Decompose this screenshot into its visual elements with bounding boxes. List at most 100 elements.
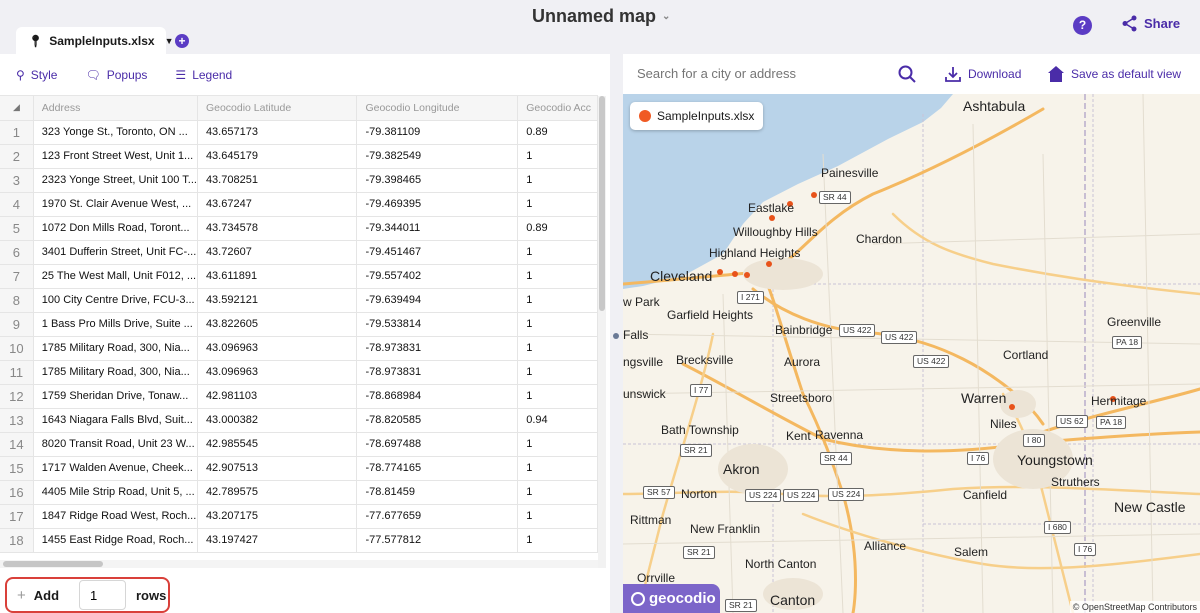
row-number[interactable]: 6 — [0, 240, 34, 265]
table-row[interactable]: 18 1455 East Ridge Road, Roch... 43.197427… — [0, 528, 598, 553]
latitude-cell[interactable]: 43.645179 — [197, 144, 358, 169]
longitude-cell[interactable]: -79.398465 — [356, 168, 519, 193]
table-row[interactable]: 6 3401 Dufferin Street, Unit FC-... 43.726… — [0, 240, 598, 265]
latitude-cell[interactable]: 43.207175 — [197, 504, 358, 529]
row-number[interactable]: 16 — [0, 480, 34, 505]
longitude-cell[interactable]: -78.973831 — [356, 336, 519, 361]
vertical-scrollbar[interactable] — [598, 96, 606, 568]
longitude-cell[interactable]: -79.344011 — [356, 216, 519, 241]
longitude-cell[interactable]: -78.868984 — [356, 384, 519, 409]
latitude-cell[interactable]: 43.67247 — [197, 192, 358, 217]
latitude-cell[interactable]: 42.985545 — [197, 432, 358, 457]
accuracy-cell[interactable]: 0.89 — [517, 216, 598, 241]
accuracy-cell[interactable]: 1 — [517, 168, 598, 193]
latitude-cell[interactable]: 43.197427 — [197, 528, 358, 553]
accuracy-cell[interactable]: 1 — [517, 288, 598, 313]
longitude-cell[interactable]: -79.557402 — [356, 264, 519, 289]
row-number[interactable]: 2 — [0, 144, 34, 169]
address-cell[interactable]: 1785 Military Road, 300, Nia... — [33, 336, 198, 361]
latitude-cell[interactable]: 43.096963 — [197, 336, 358, 361]
table-row[interactable]: 12 1759 Sheridan Drive, Tonaw... 42.981103… — [0, 384, 598, 409]
map-title-text[interactable]: Unnamed map — [532, 6, 656, 27]
accuracy-cell[interactable]: 0.89 — [517, 120, 598, 145]
table-row[interactable]: 16 4405 Mile Strip Road, Unit 5, ... 42.78… — [0, 480, 598, 505]
longitude-cell[interactable]: -79.533814 — [356, 312, 519, 337]
scroll-thumb[interactable] — [599, 96, 605, 311]
share-button[interactable]: Share — [1121, 15, 1180, 32]
scroll-thumb[interactable] — [3, 561, 103, 567]
address-cell[interactable]: 1643 Niagara Falls Blvd, Suit... — [33, 408, 198, 433]
accuracy-cell[interactable]: 1 — [517, 336, 598, 361]
longitude-cell[interactable]: -78.973831 — [356, 360, 519, 385]
latitude-cell[interactable]: 43.000382 — [197, 408, 358, 433]
row-number[interactable]: 8 — [0, 288, 34, 313]
row-number[interactable]: 12 — [0, 384, 34, 409]
latitude-cell[interactable]: 43.734578 — [197, 216, 358, 241]
chevron-down-icon[interactable]: ⌄ — [662, 11, 670, 22]
latitude-cell[interactable]: 42.981103 — [197, 384, 358, 409]
latitude-cell[interactable]: 42.789575 — [197, 480, 358, 505]
column-header[interactable]: Geocodio Acc — [517, 96, 598, 121]
address-cell[interactable]: 8020 Transit Road, Unit 23 W... — [33, 432, 198, 457]
column-header[interactable]: Geocodio Latitude — [197, 96, 358, 121]
row-number[interactable]: 1 — [0, 120, 34, 145]
row-number[interactable]: 9 — [0, 312, 34, 337]
longitude-cell[interactable]: -78.697488 — [356, 432, 519, 457]
address-cell[interactable]: 1847 Ridge Road West, Roch... — [33, 504, 198, 529]
column-header[interactable]: Geocodio Longitude — [356, 96, 519, 121]
save-default-view-button[interactable]: Save as default view — [1047, 65, 1181, 83]
accuracy-cell[interactable]: 1 — [517, 144, 598, 169]
accuracy-cell[interactable]: 1 — [517, 528, 598, 553]
add-file-icon[interactable]: + — [175, 34, 189, 48]
address-cell[interactable]: 123 Front Street West, Unit 1... — [33, 144, 198, 169]
panel-resize-handle[interactable] — [613, 333, 619, 339]
table-row[interactable]: 13 1643 Niagara Falls Blvd, Suit... 43.000… — [0, 408, 598, 433]
column-header[interactable]: Address — [33, 96, 198, 121]
address-cell[interactable]: 25 The West Mall, Unit F012, ... — [33, 264, 198, 289]
accuracy-cell[interactable]: 1 — [517, 384, 598, 409]
latitude-cell[interactable]: 43.592121 — [197, 288, 358, 313]
table-row[interactable]: 91 Bass Pro Mills Drive, Suite ... 43.822… — [0, 312, 598, 337]
help-icon[interactable]: ? — [1073, 16, 1092, 35]
map-attribution[interactable]: © OpenStreetMap Contributors — [1069, 601, 1200, 613]
accuracy-cell[interactable]: 1 — [517, 312, 598, 337]
table-row[interactable]: 17 1847 Ridge Road West, Roch... 43.207175… — [0, 504, 598, 529]
address-cell[interactable]: 4405 Mile Strip Road, Unit 5, ... — [33, 480, 198, 505]
search-icon[interactable] — [897, 64, 917, 84]
row-number[interactable]: 4 — [0, 192, 34, 217]
longitude-cell[interactable]: -78.820585 — [356, 408, 519, 433]
search-input[interactable] — [637, 66, 857, 81]
accuracy-cell[interactable]: 0.94 — [517, 408, 598, 433]
table-row[interactable]: 4 1970 St. Clair Avenue West, ... 43.67247… — [0, 192, 598, 217]
row-number[interactable]: 7 — [0, 264, 34, 289]
accuracy-cell[interactable]: 1 — [517, 456, 598, 481]
row-number[interactable]: 3 — [0, 168, 34, 193]
file-tab[interactable]: 📍︎ SampleInputs.xlsx ▼ — [16, 27, 174, 54]
address-cell[interactable]: 1970 St. Clair Avenue West, ... — [33, 192, 198, 217]
address-cell[interactable]: 1072 Don Mills Road, Toront... — [33, 216, 198, 241]
table-row[interactable]: 14 8020 Transit Road, Unit 23 W... 42.9855… — [0, 432, 598, 457]
add-rows-button[interactable]: + Add — [7, 587, 79, 604]
longitude-cell[interactable]: -77.577812 — [356, 528, 519, 553]
accuracy-cell[interactable]: 1 — [517, 432, 598, 457]
latitude-cell[interactable]: 43.708251 — [197, 168, 358, 193]
accuracy-cell[interactable]: 1 — [517, 360, 598, 385]
longitude-cell[interactable]: -79.469395 — [356, 192, 519, 217]
latitude-cell[interactable]: 43.096963 — [197, 360, 358, 385]
row-number[interactable]: 15 — [0, 456, 34, 481]
longitude-cell[interactable]: -79.381109 — [356, 120, 519, 145]
table-row[interactable]: 5 1072 Don Mills Road, Toront... 43.734578… — [0, 216, 598, 241]
legend-button[interactable]: ☰ Legend — [175, 68, 232, 82]
row-number[interactable]: 5 — [0, 216, 34, 241]
table-row[interactable]: 2 123 Front Street West, Unit 1... 43.6451… — [0, 144, 598, 169]
longitude-cell[interactable]: -78.81459 — [356, 480, 519, 505]
geocodio-logo[interactable]: geocodio — [623, 584, 720, 613]
map-legend[interactable]: SampleInputs.xlsx — [630, 102, 764, 130]
table-row[interactable]: 11 1785 Military Road, 300, Nia... 43.0969… — [0, 360, 598, 385]
longitude-cell[interactable]: -79.639494 — [356, 288, 519, 313]
table-row[interactable]: 15 1717 Walden Avenue, Cheek... 42.907513-… — [0, 456, 598, 481]
address-cell[interactable]: 1759 Sheridan Drive, Tonaw... — [33, 384, 198, 409]
address-cell[interactable]: 100 City Centre Drive, FCU-3... — [33, 288, 198, 313]
download-button[interactable]: Download — [944, 65, 1021, 83]
row-count-input[interactable] — [79, 580, 126, 610]
